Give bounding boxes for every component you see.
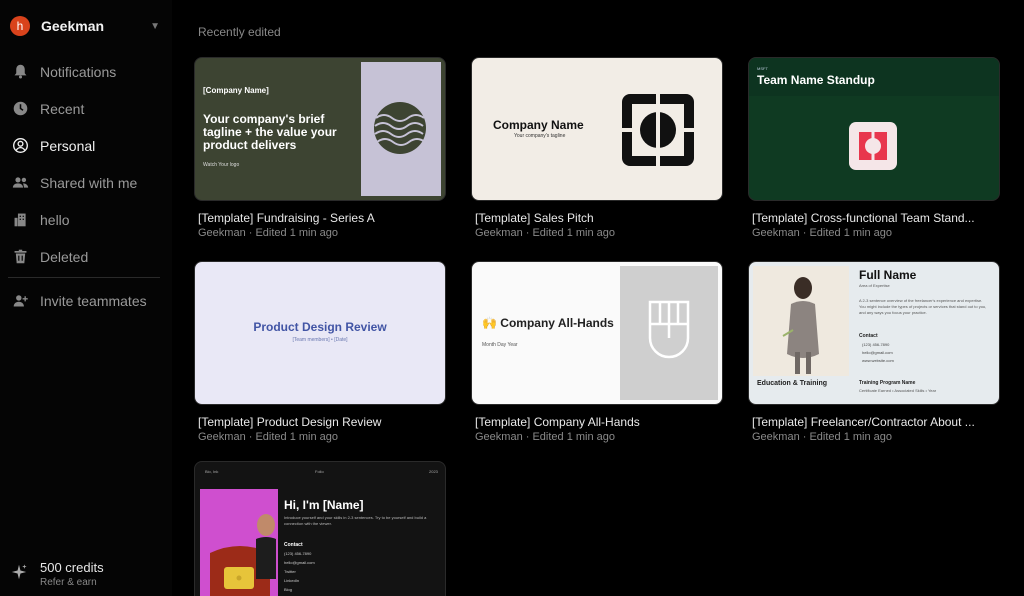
bell-icon: [10, 62, 30, 82]
thumb-contact-line: hello@gmail.com: [862, 350, 893, 355]
card-thumbnail[interactable]: [Company Name] Your company's brief tagl…: [194, 57, 446, 201]
card-title: [Template] Cross-functional Team Stand..…: [752, 211, 975, 225]
sidebar-item-hello[interactable]: hello: [0, 201, 172, 238]
arch-logo-icon: [648, 300, 690, 359]
doc-card[interactable]: Company Name Your company's tagline [Tem…: [471, 57, 723, 239]
doc-card[interactable]: Education & Training Full Name Area of E…: [748, 261, 1000, 443]
card-meta: Geekman · Edited 1 min ago: [752, 431, 893, 443]
thumb-paragraph: A 2-3 sentence overview of the freelance…: [859, 298, 987, 315]
card-title: [Template] Product Design Review: [198, 415, 382, 429]
sidebar-item-label: Shared with me: [40, 174, 138, 191]
card-thumbnail[interactable]: MSFT Team Name Standup: [748, 57, 1000, 201]
thumb-contact-heading: Contact: [859, 333, 878, 339]
thumb-nav-right: 2023: [429, 469, 438, 474]
thumb-contact-line: Twitter: [284, 569, 296, 574]
invite-teammates-button[interactable]: Invite teammates: [0, 282, 172, 319]
card-meta: Geekman · Edited 1 min ago: [198, 431, 339, 443]
thumb-side-panel: [361, 62, 441, 196]
waves-logo-icon: [374, 102, 426, 154]
thumb-tagline: Your company's brief tagline + the value…: [203, 112, 337, 152]
doc-card[interactable]: MSFT Team Name Standup [Template] Cross-…: [748, 57, 1000, 239]
thumb-contact-line: Blog: [284, 587, 293, 592]
sidebar-item-label: Notifications: [40, 63, 117, 80]
thumb-intro: Introduce yourself and your skills in 2-…: [284, 515, 427, 526]
doc-card[interactable]: [Company Name] Your company's brief tagl…: [194, 57, 446, 239]
thumb-company: Company Name: [493, 118, 584, 132]
card-title: [Template] Freelancer/Contractor About .…: [752, 415, 975, 429]
thumb-contact-line: www.website.com: [862, 358, 894, 363]
thumb-subtitle: Area of Expertise: [859, 283, 890, 288]
invite-label: Invite teammates: [40, 292, 147, 309]
sidebar-item-notifications[interactable]: Notifications: [0, 53, 172, 90]
thumb-contact-heading: Contact: [284, 542, 303, 548]
doc-card[interactable]: 🙌 Company All-Hands Month Day Year [Temp…: [471, 261, 723, 443]
card-title: [Template] Fundraising - Series A: [198, 211, 375, 225]
standup-logo-icon: [849, 122, 897, 170]
chevron-down-icon: ▼: [150, 20, 160, 32]
thumb-company: [Company Name]: [203, 86, 269, 95]
sidebar-divider: [8, 277, 160, 278]
card-title: [Template] Company All-Hands: [475, 415, 640, 429]
thumb-title: Hi, I'm [Name]: [284, 498, 364, 512]
sidebar-item-shared[interactable]: Shared with me: [0, 164, 172, 201]
doc-card[interactable]: Bio, Ink Folio 2023 Hi, I'm [Name] Intro…: [194, 461, 446, 596]
thumb-nav-mid: Folio: [315, 469, 324, 474]
credits-amount: 500 credits: [40, 560, 104, 575]
credits-subtitle: Refer & earn: [40, 577, 97, 588]
thumb-program-sub: Certificate Earned • Associated Skills •…: [859, 388, 937, 393]
card-title: [Template] Sales Pitch: [475, 211, 594, 225]
thumb-tiny-label: MSFT: [757, 66, 768, 71]
card-meta: Geekman · Edited 1 min ago: [475, 227, 616, 239]
thumb-subtitle: [Team members] • [Date]: [292, 337, 348, 343]
thumb-contact-line: LinkedIn: [284, 578, 300, 583]
doc-card[interactable]: Product Design Review [Team members] • […: [194, 261, 446, 443]
card-thumbnail[interactable]: Education & Training Full Name Area of E…: [748, 261, 1000, 405]
card-thumbnail[interactable]: Company Name Your company's tagline: [471, 57, 723, 201]
card-meta: Geekman · Edited 1 min ago: [752, 227, 893, 239]
card-meta: Geekman · Edited 1 min ago: [198, 227, 339, 239]
sidebar-item-label: hello: [40, 211, 70, 228]
card-thumbnail[interactable]: 🙌 Company All-Hands Month Day Year: [471, 261, 723, 405]
thumb-side-panel: [620, 266, 718, 400]
sidebar-item-deleted[interactable]: Deleted: [0, 238, 172, 275]
thumb-subtitle: Your company's tagline: [514, 133, 566, 139]
company-logo-icon: [622, 94, 694, 166]
thumb-title: Team Name Standup: [757, 73, 875, 87]
sidebar-item-personal[interactable]: Personal: [0, 127, 172, 164]
portrait-image: [200, 489, 278, 596]
thumb-nav-left: Bio, Ink: [205, 469, 219, 474]
thumb-logo-text: Watch Your logo: [203, 162, 240, 168]
thumb-contact-line: (123) 456-7890: [862, 342, 890, 347]
sparkle-icon: [10, 563, 28, 586]
thumb-title: 🙌 Company All-Hands: [482, 316, 614, 330]
thumb-education: Education & Training: [757, 380, 828, 387]
sidebar-item-recent[interactable]: Recent: [0, 90, 172, 127]
sidebar: h Geekman ▼ Notifications Recent Persona…: [0, 0, 172, 596]
account-name: Geekman: [41, 18, 105, 34]
clock-icon: [10, 99, 30, 119]
sidebar-item-label: Deleted: [40, 248, 89, 265]
portrait-image: [753, 266, 849, 376]
thumb-contact-line: hello@gmail.com: [284, 560, 315, 565]
card-thumbnail[interactable]: Bio, Ink Folio 2023 Hi, I'm [Name] Intro…: [194, 461, 446, 596]
card-thumbnail[interactable]: Product Design Review [Team members] • […: [194, 261, 446, 405]
account-switcher[interactable]: h Geekman ▼: [8, 12, 164, 40]
sidebar-item-label: Personal: [40, 137, 96, 154]
trash-icon: [10, 247, 30, 267]
sidebar-item-label: Recent: [40, 100, 85, 117]
thumb-subtitle: Month Day Year: [482, 342, 518, 348]
thumb-contact-line: (123) 456-7890: [284, 551, 312, 556]
thumb-title: Product Design Review: [253, 320, 387, 334]
user-circle-icon: [10, 136, 30, 156]
card-meta: Geekman · Edited 1 min ago: [475, 431, 616, 443]
avatar: h: [10, 16, 30, 36]
users-icon: [10, 173, 30, 193]
section-title: Recently edited: [198, 25, 281, 39]
sidebar-nav: Notifications Recent Personal Shared wit…: [0, 53, 172, 319]
user-plus-icon: [10, 291, 30, 311]
thumb-title: Full Name: [859, 268, 917, 282]
credits-widget[interactable]: 500 credits Refer & earn: [10, 560, 104, 588]
building-icon: [10, 210, 30, 230]
thumb-program: Training Program Name: [859, 380, 916, 386]
